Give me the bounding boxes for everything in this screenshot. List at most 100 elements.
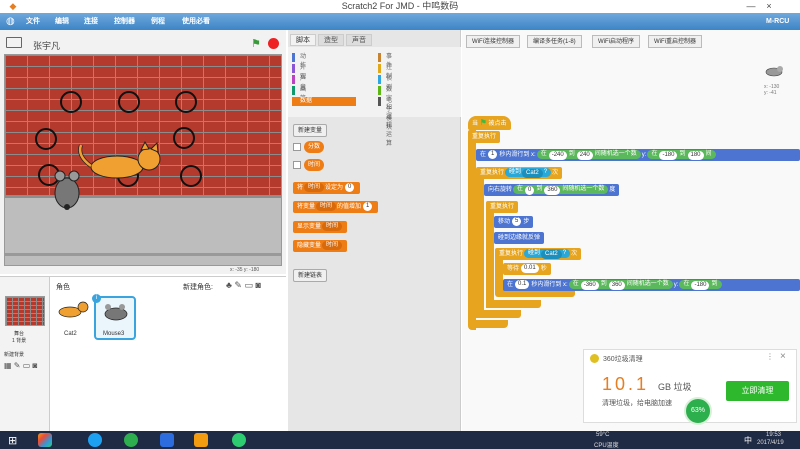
fullscreen-icon[interactable] (6, 37, 22, 48)
set-variable-block[interactable]: 将时间 设定为 0 (293, 182, 361, 194)
forever-block-inner[interactable]: 重复执行 (486, 201, 519, 213)
menu-file[interactable]: 文件 (26, 13, 40, 30)
var-score[interactable]: 分数 (304, 141, 325, 153)
input-language[interactable]: 中 (744, 435, 752, 446)
popup-close-button[interactable]: × (780, 351, 786, 362)
window-title: Scratch2 For JMD - 中鸣数码 (341, 1, 459, 11)
block-input[interactable]: 1 (488, 150, 498, 159)
stop-icon[interactable] (268, 38, 279, 49)
move-steps-block[interactable]: 移动 5 步 (494, 216, 534, 228)
junk-unit: GB 垃圾 (658, 382, 692, 392)
wifi-connect-button[interactable]: WiFi连接控制器 (466, 35, 520, 48)
sprite-tile-cat2[interactable]: Cat2 (52, 296, 90, 340)
category-right[interactable]: 电子模块 (378, 97, 392, 131)
var-time[interactable]: 时间 (304, 159, 325, 171)
menu-examples[interactable]: 例程 (151, 13, 165, 30)
block-input[interactable]: 240 (576, 151, 593, 160)
info-badge[interactable]: i (92, 294, 101, 303)
new-sprite-tools-icons[interactable]: ♣ ✎ ▭ ◙ (226, 280, 261, 291)
wifi-start-button[interactable]: WiFi启动程序 (592, 35, 640, 48)
block-input[interactable]: -180 (659, 151, 678, 160)
start-icon[interactable]: ⊞ (8, 434, 17, 447)
tab-scripts[interactable]: 脚本 (290, 34, 316, 46)
block-input[interactable]: 0 (525, 186, 535, 195)
minimize-button[interactable]: — (742, 0, 760, 13)
block-var[interactable]: 时间 (322, 222, 343, 231)
app-taskbar-icon[interactable] (232, 433, 246, 447)
glide-to-random-block-inner[interactable]: 在 0.1 秒内滑行到 x: 在 -360 到 360 间随机选一个数 y: 在 -180 到 (503, 279, 800, 291)
var-checkbox[interactable] (293, 161, 301, 169)
new-backdrop-label: 新建背景 (4, 352, 25, 358)
block-input[interactable]: 360 (544, 186, 561, 195)
bounce-block[interactable]: 碰到边缘就反弹 (494, 232, 545, 244)
tab-costumes[interactable]: 造型 (318, 34, 344, 46)
cat-sprite[interactable] (75, 141, 165, 183)
category-right[interactable]: 侦测 (378, 75, 392, 91)
new-list-button[interactable]: 新建链表 (293, 269, 328, 282)
block-input[interactable]: -360 (580, 281, 599, 290)
repeat-until-block[interactable]: 重复执行 碰到 Cat2? 次 (476, 167, 563, 179)
backdrop-tools-icons[interactable]: ▦ ✎ ▭ ◙ (4, 361, 37, 370)
when-flag-clicked-block[interactable]: 当 ⚑ 被点击 (468, 116, 511, 130)
wifi-restart-button[interactable]: WiFi重启控制器 (648, 35, 702, 48)
block-target[interactable]: Cat2 (522, 169, 543, 178)
block-input[interactable]: 0.01 (521, 264, 539, 273)
block-input[interactable]: 0.1 (515, 280, 530, 289)
forever-block[interactable]: 重复执行 (468, 131, 501, 143)
stage-thumbnail[interactable] (5, 296, 45, 326)
category-right[interactable]: 控制 (378, 64, 392, 80)
app-taskbar-icon[interactable] (124, 433, 138, 447)
block-target[interactable]: Cat2 (541, 250, 562, 259)
mouse-sprite[interactable] (47, 167, 87, 217)
show-variable-block[interactable]: 显示变量 时间 (293, 221, 348, 233)
close-button[interactable]: × (760, 0, 778, 13)
block-text: 在 (507, 282, 514, 288)
category-left[interactable]: 外观 (292, 64, 306, 80)
category-left[interactable]: 画笔 (292, 86, 306, 102)
compile-multitask-button[interactable]: 编译多任务(1-8) (527, 35, 582, 48)
block-input[interactable]: -240 (548, 151, 567, 160)
stage-canvas[interactable] (4, 54, 282, 266)
block-input[interactable]: 5 (512, 217, 522, 226)
repeat-until-block-inner[interactable]: 重复执行 碰到 Cat2? 次 (495, 248, 582, 260)
ring (60, 91, 82, 113)
block-var[interactable]: 时间 (304, 183, 325, 192)
menu-edit[interactable]: 编辑 (55, 13, 69, 30)
glide-to-random-block[interactable]: 在 1 秒内滑行到 x: 在 -240 到 240 间随机选一个数 y: 在 -180 到 180 间 (476, 149, 800, 161)
paw-taskbar-icon[interactable] (160, 433, 174, 447)
category-left[interactable]: 声音 (292, 75, 306, 91)
wait-block[interactable]: 等待 0.01 秒 (503, 263, 551, 275)
block-var[interactable]: 时间 (322, 241, 343, 250)
green-flag-icon[interactable]: ⚑ (251, 37, 261, 50)
block-input[interactable]: 1 (363, 202, 373, 211)
category-right[interactable]: 事件 (378, 53, 392, 69)
app-taskbar-icon[interactable] (38, 433, 52, 447)
clean-now-button[interactable]: 立即清理 (726, 381, 789, 401)
menu-must-read[interactable]: 使用必看 (182, 13, 210, 30)
change-variable-block[interactable]: 将变量 时间 的值增加 1 (293, 201, 379, 213)
turn-random-block[interactable]: 向右旋转在 0 到 360 间随机选一个数度 (484, 184, 620, 196)
var-checkbox[interactable] (293, 143, 301, 151)
sprite-tile-mouse3[interactable]: i Mouse3 (92, 294, 136, 340)
speed-gauge[interactable]: 63% (684, 397, 712, 425)
menu-connect[interactable]: 连接 (84, 13, 98, 30)
block-input[interactable]: 0 (345, 183, 355, 192)
block-text: 移动 (498, 219, 511, 225)
ring (180, 165, 202, 187)
category-left[interactable]: 动作 (292, 53, 306, 69)
menu-controller[interactable]: 控制器 (114, 13, 135, 30)
globe-icon[interactable]: ◍ (6, 13, 15, 30)
block-input[interactable]: 360 (608, 281, 625, 290)
block-input[interactable]: 180 (687, 151, 704, 160)
new-variable-button[interactable]: 新建变量 (293, 124, 328, 137)
baidu-netdisk-icon[interactable] (88, 433, 102, 447)
category-left[interactable]: 数据 (292, 97, 356, 106)
scratch-taskbar-icon[interactable] (194, 433, 208, 447)
hide-variable-block[interactable]: 隐藏变量 时间 (293, 240, 348, 252)
popup-menu-icon[interactable]: ⋮ (766, 352, 774, 361)
tab-sounds[interactable]: 声音 (346, 34, 372, 46)
block-input[interactable]: -180 (691, 281, 710, 290)
category-right[interactable]: 数字和逻辑运算 (378, 86, 392, 147)
sprite-preview-mouse (765, 66, 783, 77)
block-var[interactable]: 时间 (316, 202, 337, 211)
